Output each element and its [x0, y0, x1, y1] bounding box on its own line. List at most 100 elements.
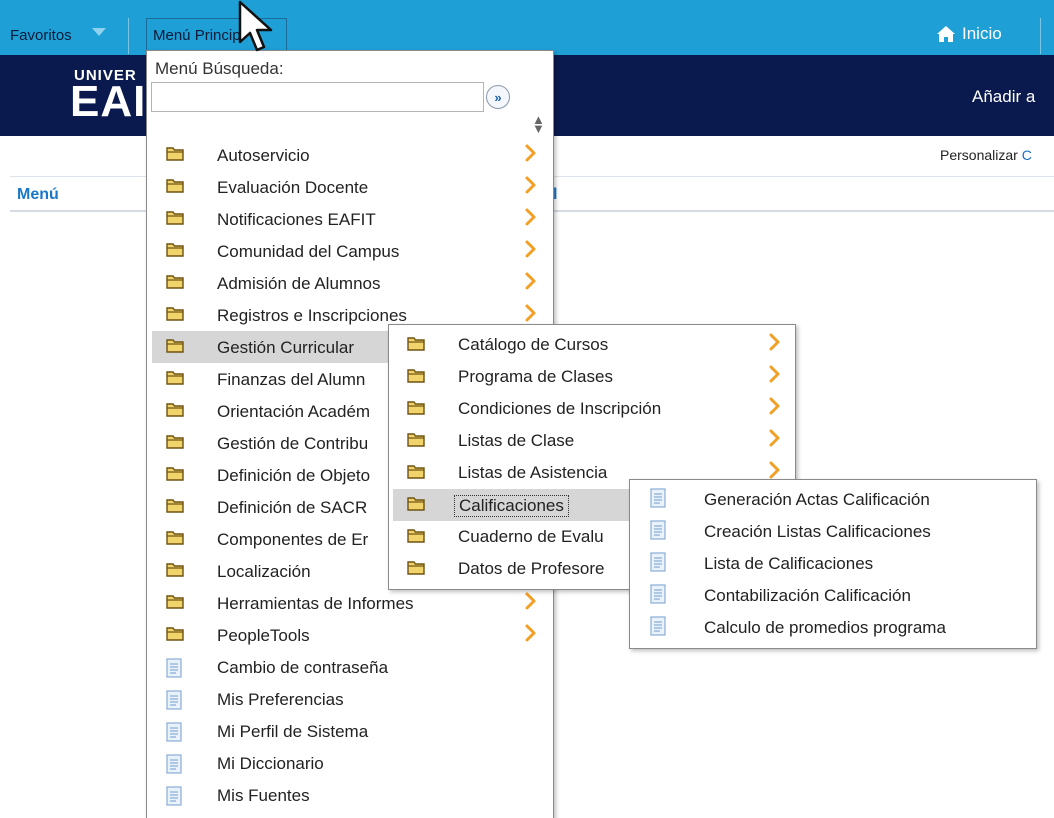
submenu2-item-label: Lista de Calificaciones [704, 554, 874, 573]
personalizar-link[interactable]: Personalizar C [940, 147, 1032, 163]
submenu-item-condiciones-de-inscripcion[interactable]: Condiciones de Inscripción [393, 393, 793, 425]
submenu2-item-creacion-listas-calificaciones[interactable]: Creación Listas Calificaciones [634, 516, 1034, 548]
submenu-item-label: Cuaderno de Evalu [458, 527, 604, 546]
folder-icon [166, 210, 184, 230]
favoritos-label: Favoritos [10, 26, 72, 44]
chevron-right-icon [524, 591, 538, 616]
menu-item-label: Herramientas de Informes [217, 594, 414, 613]
submenu-item-catalogo-de-cursos[interactable]: Catálogo de Cursos [393, 329, 793, 361]
folder-icon [407, 528, 425, 548]
menu-item-label: Orientación Académ [217, 402, 371, 421]
menu-item-admision-de-alumnos[interactable]: Admisión de Alumnos [152, 267, 550, 299]
submenu-item-label: Catálogo de Cursos [458, 335, 609, 354]
folder-icon [407, 464, 425, 484]
inicio-link[interactable]: Inicio [936, 24, 1002, 44]
menu-item-label: Gestión Curricular [217, 338, 354, 357]
folder-icon [166, 562, 184, 582]
menu-item-notificaciones-eafit[interactable]: Notificaciones EAFIT [152, 203, 550, 235]
home-icon [937, 26, 955, 42]
menu-item-label: Definición de SACR [217, 498, 368, 517]
menu-item-comunidad-del-campus[interactable]: Comunidad del Campus [152, 235, 550, 267]
menu-item-mi-diccionario[interactable]: Mi Diccionario [152, 747, 550, 779]
favoritos-menu[interactable]: Favoritos [10, 18, 72, 52]
chevron-right-icon [524, 623, 538, 648]
chevron-right-icon [768, 428, 782, 453]
menu-item-label: Mi Perfil de Sistema [217, 722, 369, 741]
menu-item-peopletools[interactable]: PeopleTools [152, 619, 550, 651]
submenu-item-listas-de-clase[interactable]: Listas de Clase [393, 425, 793, 457]
page-icon [650, 584, 666, 609]
submenu-item-programa-de-clases[interactable]: Programa de Clases [393, 361, 793, 393]
page-icon [166, 786, 182, 811]
chevron-right-icon [524, 175, 538, 200]
calificaciones-submenu: Generación Actas Calificación Creación Li… [629, 479, 1037, 649]
submenu2-item-lista-de-calificaciones[interactable]: Lista de Calificaciones [634, 548, 1034, 580]
folder-icon [407, 368, 425, 388]
menu-item-label: Definición de Objeto [217, 466, 371, 485]
folder-icon [166, 242, 184, 262]
submenu2-item-label: Calculo de promedios programa [704, 618, 946, 637]
page-icon [650, 616, 666, 641]
chevron-right-icon [768, 332, 782, 357]
menu-principal-label: Menú Principal [153, 27, 243, 44]
menu-item-label: Comunidad del Campus [217, 242, 400, 261]
menu-pagelet-heading: Menú [17, 186, 59, 203]
page-icon [166, 722, 182, 747]
double-chevron-right-icon: » [494, 89, 502, 105]
menu-item-herramientas-de-informes[interactable]: Herramientas de Informes [152, 587, 550, 619]
folder-icon [407, 560, 425, 580]
personalizar-link-suffix[interactable]: C [1022, 147, 1032, 163]
submenu2-item-generacion-actas-calificacion[interactable]: Generación Actas Calificación [634, 484, 1034, 516]
chevron-right-icon [524, 271, 538, 296]
menu-item-label: Finanzas del Alumn [217, 370, 366, 389]
sort-icon[interactable]: ▲ ▼ [532, 113, 545, 135]
folder-icon [166, 370, 184, 390]
menu-item-mi-perfil-de-sistema[interactable]: Mi Perfil de Sistema [152, 715, 550, 747]
page-icon [166, 658, 182, 683]
chevron-right-icon [524, 143, 538, 168]
menu-item-label: Autoservicio [217, 146, 310, 165]
search-go-button[interactable]: » [486, 85, 510, 109]
submenu-item-label: Condiciones de Inscripción [458, 399, 662, 418]
folder-icon [166, 306, 184, 326]
page-icon [166, 690, 182, 715]
chevron-right-icon [768, 364, 782, 389]
menu-item-mis-preferencias[interactable]: Mis Preferencias [152, 683, 550, 715]
folder-icon [166, 594, 184, 614]
menu-item-label: PeopleTools [217, 626, 310, 645]
folder-icon [166, 338, 184, 358]
folder-icon [166, 402, 184, 422]
folder-icon [166, 434, 184, 454]
eafit-logo: EAI [70, 77, 147, 126]
menu-item-label: Admisión de Alumnos [217, 274, 381, 293]
menu-search-input[interactable] [151, 82, 484, 112]
folder-icon [166, 530, 184, 550]
menu-item-mis-fuentes[interactable]: Mis Fuentes [152, 779, 550, 811]
folder-icon [166, 274, 184, 294]
anadir-link[interactable]: Añadir a [972, 87, 1035, 107]
page-icon [166, 754, 182, 779]
submenu2-item-contabilizacion-calificacion[interactable]: Contabilización Calificación [634, 580, 1034, 612]
topbar-separator [128, 18, 129, 54]
favoritos-dropdown-arrow-icon[interactable] [92, 28, 106, 36]
submenu2-item-calculo-de-promedios-programa[interactable]: Calculo de promedios programa [634, 612, 1034, 644]
folder-icon [407, 400, 425, 420]
folder-icon [166, 466, 184, 486]
menu-item-autoservicio[interactable]: Autoservicio [152, 139, 550, 171]
menu-item-label: Gestión de Contribu [217, 434, 369, 453]
submenu-item-label: Listas de Clase [458, 431, 575, 450]
submenu2-item-label: Contabilización Calificación [704, 586, 911, 605]
personalizar-label: Personalizar [940, 147, 1018, 163]
top-navigation-bar: Favoritos Menú Principal Inicio [0, 0, 1054, 55]
submenu-item-label: Datos de Profesore [458, 559, 605, 578]
menu-item-evaluacion-docente[interactable]: Evaluación Docente [152, 171, 550, 203]
inicio-label: Inicio [962, 24, 1002, 43]
menu-item-label: Mis Fuentes [217, 786, 310, 805]
menu-item-cambio-de-contrasena[interactable]: Cambio de contraseña [152, 651, 550, 683]
menu-item-label: Mi Diccionario [217, 754, 324, 773]
menu-item-label: Registros e Inscripciones [217, 306, 407, 325]
menu-item-label: Cambio de contraseña [217, 658, 389, 677]
folder-icon [166, 626, 184, 646]
menu-item-label: Mis Preferencias [217, 690, 344, 709]
submenu2-item-label: Creación Listas Calificaciones [704, 522, 931, 541]
